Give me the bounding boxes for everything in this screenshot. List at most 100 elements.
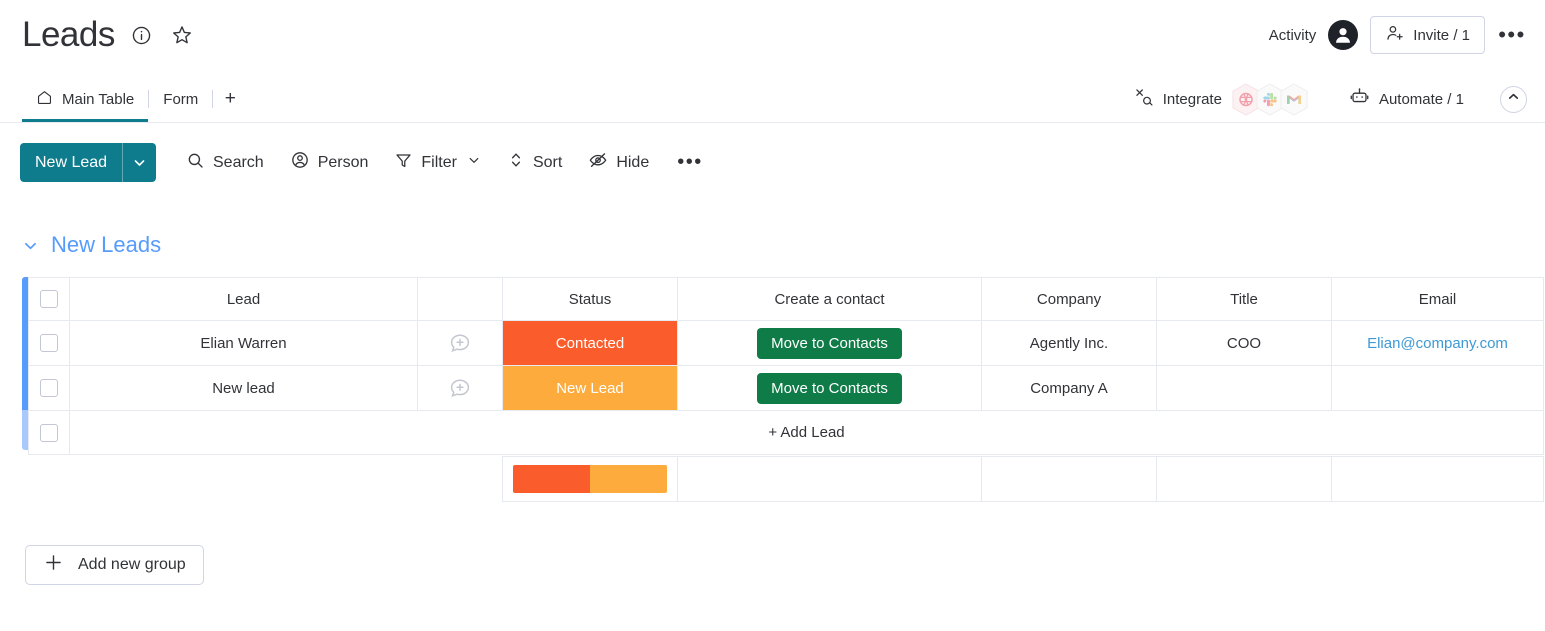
invite-button[interactable]: Invite / 1: [1370, 16, 1485, 54]
new-lead-dropdown-icon[interactable]: [122, 143, 156, 182]
summary-spacer: [69, 457, 417, 502]
summary-title-cell: [1155, 456, 1332, 502]
person-icon: [290, 150, 310, 175]
header-actions: Activity Invite / 1 •••: [1269, 16, 1527, 54]
cell-company[interactable]: Agently Inc.: [981, 320, 1157, 366]
sort-icon: [507, 151, 525, 174]
search-button[interactable]: Search: [175, 144, 275, 182]
summary-status-cell[interactable]: [501, 456, 678, 502]
add-lead-button[interactable]: + Add Lead: [69, 410, 1544, 455]
board-menu-button[interactable]: •••: [1497, 20, 1527, 50]
toolbar-more-button[interactable]: •••: [664, 144, 716, 181]
home-icon: [36, 89, 53, 110]
cell-title[interactable]: [1156, 365, 1332, 411]
page-title: Leads: [22, 15, 115, 54]
summary-spacer: [28, 457, 69, 502]
select-all-header: [28, 277, 70, 321]
view-tabs: Main Table Form +: [22, 76, 247, 122]
leads-table: Lead Status Create a contact Company Tit…: [28, 277, 1544, 455]
cell-updates: [417, 320, 503, 366]
add-new-group-button[interactable]: Add new group: [25, 545, 204, 585]
summary-company-cell: [980, 456, 1157, 502]
eye-slash-icon: [588, 150, 608, 175]
column-header-create-contact[interactable]: Create a contact: [677, 277, 982, 321]
cell-status: Contacted: [502, 320, 678, 366]
tab-main-table[interactable]: Main Table: [22, 76, 149, 122]
tabs-row: Main Table Form + Integrate Automate / 1: [0, 76, 1545, 123]
table-row: New lead New Lead Move to Contacts Compa…: [28, 365, 1544, 411]
plus-icon: [43, 552, 64, 578]
email-link[interactable]: Elian@company.com: [1367, 335, 1508, 352]
status-badge[interactable]: New Lead: [503, 366, 677, 410]
cell-create-contact: Move to Contacts: [677, 320, 982, 366]
search-label: Search: [213, 153, 264, 171]
cell-create-contact: Move to Contacts: [677, 365, 982, 411]
summary-table: [28, 456, 1544, 502]
filter-icon: [394, 151, 413, 175]
group-collapse-icon[interactable]: [22, 237, 39, 254]
cell-status: New Lead: [502, 365, 678, 411]
move-to-contacts-button[interactable]: Move to Contacts: [757, 327, 902, 359]
star-icon[interactable]: [169, 22, 195, 48]
filter-button[interactable]: Filter: [383, 144, 492, 182]
avatar[interactable]: [1328, 20, 1359, 50]
cell-lead-name[interactable]: New lead: [69, 365, 418, 411]
hide-button[interactable]: Hide: [577, 143, 660, 182]
row-select-cell: [28, 320, 70, 366]
info-circle-icon[interactable]: [129, 22, 155, 48]
automate-button[interactable]: Automate / 1: [1339, 86, 1474, 112]
tab-form[interactable]: Form: [149, 76, 212, 122]
column-header-updates: [417, 277, 503, 321]
group-header: New Leads: [22, 232, 161, 258]
status-badge[interactable]: Contacted: [503, 321, 677, 365]
cell-company[interactable]: Company A: [981, 365, 1157, 411]
chevron-up-icon: [1507, 90, 1520, 108]
column-header-title[interactable]: Title: [1156, 277, 1332, 321]
summary-email-cell: [1330, 456, 1544, 502]
gmail-hex-icon[interactable]: [1279, 82, 1309, 116]
add-view-button[interactable]: +: [213, 76, 247, 122]
new-lead-button[interactable]: New Lead: [20, 143, 157, 182]
table-header-row: Lead Status Create a contact Company Tit…: [28, 277, 1544, 321]
tab-form-label: Form: [163, 90, 199, 108]
add-row-checkbox[interactable]: [40, 423, 58, 442]
status-segment-new-lead: [589, 465, 667, 493]
person-label: Person: [317, 153, 369, 171]
sort-button[interactable]: Sort: [496, 144, 573, 181]
automate-label: Automate / 1: [1378, 90, 1464, 108]
robot-icon: [1349, 86, 1370, 112]
filter-label: Filter: [421, 153, 457, 171]
collapse-header-button[interactable]: [1500, 85, 1527, 113]
cell-email[interactable]: [1331, 365, 1544, 411]
title-block: Leads: [22, 14, 195, 56]
column-header-lead[interactable]: Lead: [69, 277, 418, 321]
summary-create-contact-cell: [676, 456, 982, 502]
invite-label: Invite / 1: [1413, 26, 1470, 44]
cell-lead-name[interactable]: Elian Warren: [69, 320, 418, 366]
summary-spacer: [417, 457, 502, 502]
activity-label[interactable]: Activity: [1269, 27, 1317, 44]
integrate-button[interactable]: Integrate: [1128, 82, 1315, 116]
move-to-contacts-button[interactable]: Move to Contacts: [757, 372, 902, 404]
chevron-down-icon[interactable]: [467, 153, 481, 172]
integration-icons: [1231, 82, 1309, 116]
cell-email: Elian@company.com: [1331, 320, 1544, 366]
cell-title[interactable]: COO: [1156, 320, 1332, 366]
add-update-icon[interactable]: [418, 321, 502, 365]
integrate-label: Integrate: [1162, 90, 1222, 108]
status-segment-contacted: [512, 465, 590, 493]
add-update-icon[interactable]: [418, 366, 502, 410]
toolbar-items: Search Person Filter Sort Hide •••: [175, 143, 716, 182]
column-header-status[interactable]: Status: [502, 277, 678, 321]
board-header: Leads Activity Invite / 1 •••: [0, 0, 1545, 76]
column-header-company[interactable]: Company: [981, 277, 1157, 321]
row-checkbox[interactable]: [40, 334, 58, 352]
select-all-checkbox[interactable]: [40, 290, 58, 308]
row-select-cell: [28, 365, 70, 411]
board-page: Leads Activity Invite / 1 ••• Main Table…: [0, 0, 1545, 631]
column-header-email[interactable]: Email: [1331, 277, 1544, 321]
row-checkbox[interactable]: [40, 379, 58, 397]
group-title[interactable]: New Leads: [51, 232, 161, 258]
person-filter-button[interactable]: Person: [279, 143, 380, 182]
table-row: Elian Warren Contacted Move to Contacts …: [28, 320, 1544, 366]
